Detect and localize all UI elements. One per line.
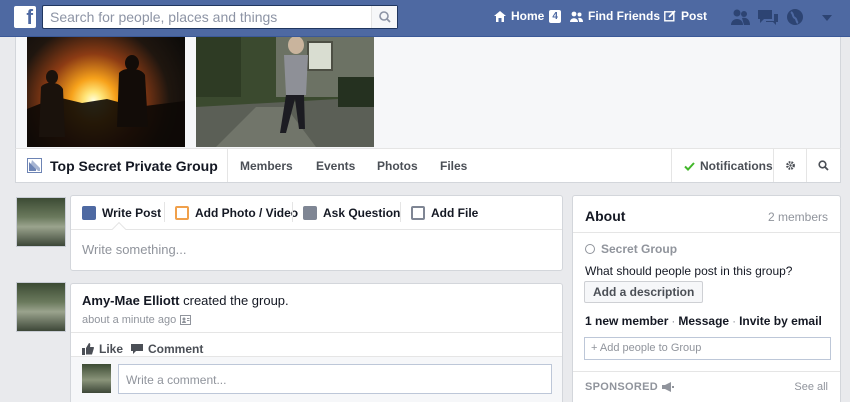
search-group-icon[interactable] [818, 160, 829, 171]
post-label: Post [681, 9, 708, 23]
notifications-label: Notifications [700, 159, 773, 173]
comment-input[interactable]: Write a comment... [118, 364, 552, 394]
composer-divider [400, 202, 401, 222]
group-title[interactable]: Top Secret Private Group [50, 158, 218, 174]
see-all-link[interactable]: See all [794, 381, 828, 393]
comment-button[interactable]: Comment [131, 342, 203, 356]
nav-divider [806, 149, 807, 182]
cover-photo-sunset[interactable] [27, 37, 185, 147]
home-count-badge: 4 [549, 9, 561, 23]
home-icon [494, 10, 506, 22]
find-friends-label: Find Friends [588, 9, 660, 23]
photo-icon [175, 206, 189, 220]
friend-requests-icon[interactable] [730, 8, 750, 26]
tab-add-file[interactable]: Add File [411, 206, 478, 220]
question-list-icon [303, 206, 317, 220]
tab-add-photo-video[interactable]: Add Photo / Video [175, 206, 298, 220]
comment-label: Comment [148, 342, 204, 356]
add-file-icon [411, 206, 425, 220]
facebook-logo[interactable]: f [14, 6, 36, 28]
sponsored-header: SPONSORED [585, 381, 674, 393]
about-separator [573, 371, 840, 372]
write-something-input[interactable]: Write something... [82, 242, 187, 257]
search-input[interactable] [43, 6, 363, 28]
about-panel: About 2 members Secret Group What should… [572, 195, 841, 402]
tab-events[interactable]: Events [316, 159, 355, 173]
add-people-input[interactable]: + Add people to Group [584, 337, 831, 360]
story-separator [71, 332, 562, 333]
home-link[interactable]: Home 4 [494, 9, 561, 23]
member-count[interactable]: 2 members [768, 210, 828, 224]
post-link[interactable]: Post [664, 9, 707, 23]
commenter-avatar[interactable] [82, 364, 111, 393]
tab-ask-question[interactable]: Ask Question [303, 206, 400, 220]
sponsored-label: SPONSORED [585, 381, 658, 393]
comment-icon [131, 344, 143, 354]
messages-icon[interactable] [757, 8, 779, 26]
sunset-silhouettes [27, 55, 185, 147]
active-tab-notch [111, 221, 127, 237]
check-icon [684, 161, 695, 171]
story-headline: Amy-Mae Elliott created the group. [82, 293, 289, 308]
ask-question-label: Ask Question [323, 206, 401, 220]
member-links: 1 new member · Message · Invite by email [585, 314, 822, 328]
story-timestamp[interactable]: about a minute ago [82, 314, 176, 326]
add-photo-label: Add Photo / Video [195, 206, 299, 220]
invite-by-email-link[interactable]: Invite by email [739, 314, 822, 328]
story-timestamp-row: about a minute ago [82, 314, 192, 326]
composer-divider [164, 202, 165, 222]
story-action: created the group. [179, 293, 289, 308]
post-composer: Write Post Add Photo / Video Ask Questio… [70, 195, 563, 271]
privacy-icon [585, 244, 595, 254]
add-description-button[interactable]: Add a description [584, 281, 704, 303]
like-label: Like [99, 342, 124, 356]
audience-icon[interactable] [180, 315, 192, 325]
nav-divider [671, 149, 672, 182]
composer-separator [71, 229, 562, 230]
nav-divider [227, 149, 228, 182]
search-button[interactable] [371, 6, 397, 28]
garden-scene [196, 37, 374, 147]
tab-files[interactable]: Files [440, 159, 467, 173]
settings-dropdown-icon[interactable] [822, 14, 832, 22]
new-member-link[interactable]: 1 new member [585, 314, 668, 328]
top-bar: f Home 4 Find Friends Post [0, 0, 850, 37]
notifications-button[interactable]: Notifications [684, 159, 773, 173]
write-post-label: Write Post [102, 206, 162, 220]
group-icon [27, 158, 42, 173]
add-file-label: Add File [431, 206, 479, 220]
search-icon [379, 11, 391, 23]
pencil-icon [82, 206, 96, 220]
privacy-row: Secret Group [585, 242, 677, 256]
group-question: What should people post in this group? [585, 264, 793, 278]
cover-photo-area [15, 37, 841, 148]
group-nav-bar: Top Secret Private Group Members Events … [15, 148, 841, 183]
search-box[interactable] [42, 5, 398, 29]
friends-icon [570, 11, 583, 22]
about-separator [573, 232, 840, 233]
tab-photos[interactable]: Photos [377, 159, 418, 173]
feed-story: Amy-Mae Elliott created the group. about… [70, 283, 563, 402]
nav-divider [773, 149, 774, 182]
tab-write-post[interactable]: Write Post [82, 206, 161, 220]
notifications-globe-icon[interactable] [786, 8, 804, 26]
thumbs-up-icon [82, 343, 94, 355]
comment-area: Write a comment... [71, 356, 562, 402]
composer-divider [292, 202, 293, 222]
like-button[interactable]: Like [82, 342, 123, 356]
tab-members[interactable]: Members [240, 159, 293, 173]
home-label: Home [511, 9, 545, 23]
message-link[interactable]: Message [678, 314, 729, 328]
post-icon [664, 10, 676, 22]
author-avatar[interactable] [16, 282, 66, 332]
cover-photo-garden[interactable] [196, 37, 374, 147]
gear-icon[interactable] [785, 160, 796, 171]
user-avatar[interactable] [16, 197, 66, 247]
megaphone-icon [662, 382, 674, 392]
privacy-label: Secret Group [601, 242, 678, 256]
about-title: About [585, 208, 626, 224]
find-friends-link[interactable]: Find Friends [570, 9, 660, 23]
author-name[interactable]: Amy-Mae Elliott [82, 293, 180, 308]
